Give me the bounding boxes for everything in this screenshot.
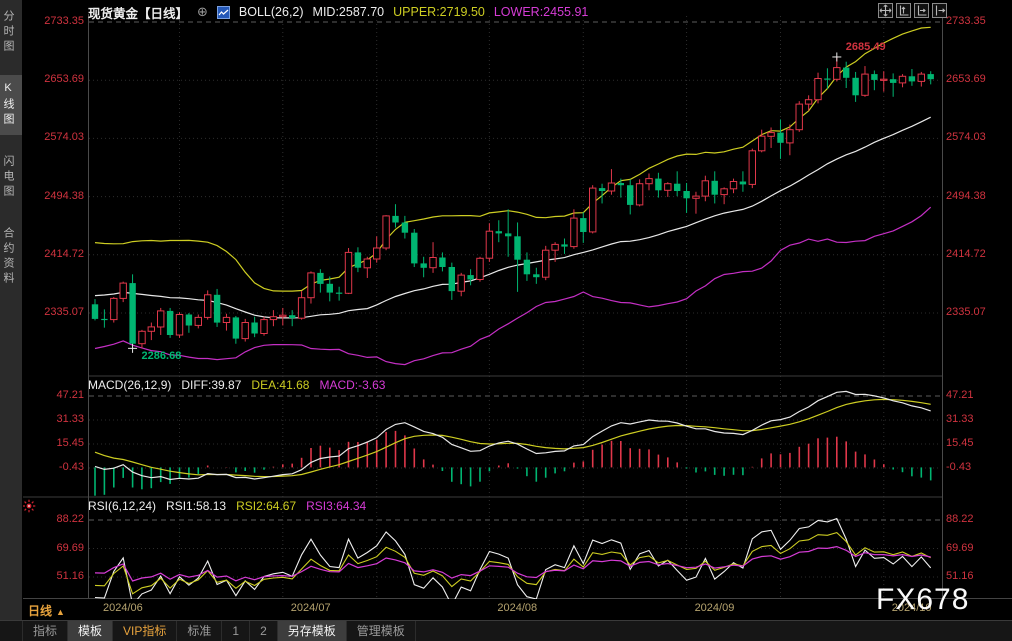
macd-axis-label: -0.43 <box>946 461 972 473</box>
bottom-toolbar: 指标 模板 VIP指标 标准 1 2 另存模板 管理模板 <box>0 620 1012 641</box>
sidebar-item[interactable]: 合约资料 <box>0 220 22 294</box>
price-axis-label: 2494.38 <box>44 189 84 202</box>
macd-axis-label: 47.21 <box>56 389 84 401</box>
expand-icon[interactable]: ⊕ <box>197 4 208 20</box>
price-annotation: 2286.68 <box>141 350 182 363</box>
x-axis-label: 2024/06 <box>103 602 143 614</box>
rsi-label: RSI(6,12,24) <box>88 499 157 513</box>
macd-axis-label: 15.45 <box>56 437 84 449</box>
rsi-label-row: RSI(6,12,24) RSI1:58.13 RSI2:64.67 RSI3:… <box>88 499 366 513</box>
rsi-axis-label: 69.69 <box>946 541 974 554</box>
price-axis-label: 2414.72 <box>44 247 84 260</box>
boll-lower-value: LOWER:2455.91 <box>493 5 589 19</box>
x-axis-label: 2024/09 <box>694 602 735 614</box>
x-axis-label: 2024/08 <box>497 602 538 614</box>
macd-axis-label: 15.45 <box>946 437 974 449</box>
rsi-axis-label: 51.16 <box>946 570 974 582</box>
price-axis-label: 2414.72 <box>946 247 986 260</box>
macd-axis-label: 31.33 <box>946 413 974 425</box>
macd-axis-label: 31.33 <box>56 413 84 425</box>
price-axis-label: 2335.07 <box>946 306 986 318</box>
toolbar-item[interactable]: 另存模板 <box>277 621 347 641</box>
toolbar-item[interactable]: 模板 <box>68 621 114 641</box>
price-axis-label: 2574.03 <box>946 131 986 144</box>
rsi2-value: RSI2:64.67 <box>236 499 297 513</box>
axis-zoom-y-icon[interactable] <box>896 3 911 18</box>
toolbar-item[interactable]: VIP指标 <box>113 621 178 641</box>
price-axis-label: 2653.69 <box>44 73 84 86</box>
chart-tools <box>878 3 947 18</box>
boll-mid-value: MID:2587.70 <box>312 5 385 19</box>
price-axis-label: 2494.38 <box>946 189 986 202</box>
macd-diff-value: DIFF:39.87 <box>181 378 242 392</box>
x-axis-label: 2024/07 <box>290 602 331 614</box>
watermark: FX678 <box>876 583 970 616</box>
macd-value: MACD:-3.63 <box>319 378 386 392</box>
macd-axis-label: -0.43 <box>58 461 84 473</box>
macd-dea-value: DEA:41.68 <box>251 378 310 392</box>
price-axis-label: 2653.69 <box>946 73 986 86</box>
price-annotation: 2685.49 <box>845 40 886 53</box>
price-axis-label: 2574.03 <box>44 131 84 144</box>
crosshair-icon[interactable] <box>878 3 893 18</box>
toolbar-item[interactable]: 1 <box>222 621 251 641</box>
chart-type-sidebar: 分时图 K线图闪电图合约资料 <box>0 0 23 620</box>
rsi-settings-icon <box>22 499 36 513</box>
price-axis-label: 2335.07 <box>44 306 84 318</box>
price-axis-label: 2733.35 <box>44 15 84 27</box>
toolbar-item[interactable]: 指标 <box>22 621 69 641</box>
toolbar-item[interactable]: 2 <box>250 621 278 641</box>
rsi-axis-label: 51.16 <box>56 570 84 582</box>
period-selector-label: 日线 <box>28 604 53 618</box>
axis-zoom-x-icon[interactable] <box>914 3 929 18</box>
boll-upper-value: UPPER:2719.50 <box>393 5 485 19</box>
main-chart-canvas[interactable] <box>0 0 1012 620</box>
rsi3-value: RSI3:64.34 <box>306 499 367 513</box>
trading-app-window: 2733.35 2733.35 2653.69 2653.69 2574.03 2574.… <box>0 0 1012 641</box>
boll-label: BOLL(26,2) <box>238 5 304 19</box>
rsi-axis-label: 88.22 <box>56 513 84 525</box>
sidebar-item[interactable]: 闪电图 <box>0 148 22 207</box>
dropdown-arrow-icon: ▲ <box>56 607 65 617</box>
toolbar-item[interactable]: 管理模板 <box>347 621 416 641</box>
toolbar-item[interactable]: 标准 <box>177 621 223 641</box>
axis-pan-icon[interactable] <box>932 3 947 18</box>
rsi-axis-label: 69.69 <box>56 541 84 554</box>
sidebar-item[interactable]: 分时图 <box>0 3 22 62</box>
chart-header: 现货黄金【日线】 ⊕ BOLL(26,2) MID:2587.70 UPPER:… <box>88 4 589 21</box>
rsi1-value: RSI1:58.13 <box>166 499 227 513</box>
sidebar-item[interactable]: K线图 <box>0 75 22 135</box>
period-selector[interactable]: 日线 ▲ <box>28 602 65 619</box>
symbol-title: 现货黄金【日线】 <box>88 6 189 21</box>
macd-label-row: MACD(26,12,9) DIFF:39.87 DEA:41.68 MACD:… <box>88 378 385 392</box>
mini-chart-icon[interactable] <box>216 5 230 19</box>
price-axis-label: 2733.35 <box>946 15 986 27</box>
rsi-axis-label: 88.22 <box>946 513 974 525</box>
macd-label: MACD(26,12,9) <box>88 378 172 392</box>
macd-axis-label: 47.21 <box>946 389 974 401</box>
